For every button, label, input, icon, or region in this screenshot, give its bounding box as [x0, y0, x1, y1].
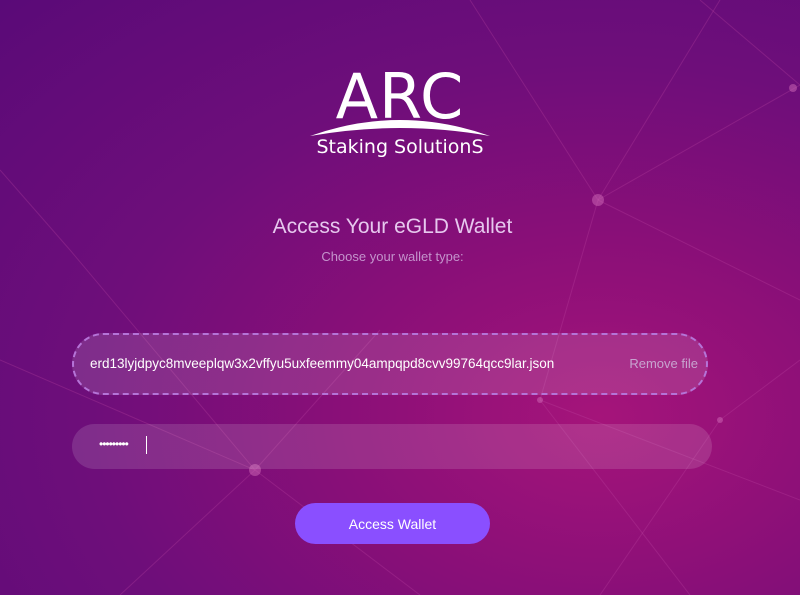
text-caret: [146, 436, 147, 454]
access-wallet-button[interactable]: Access Wallet: [295, 503, 490, 544]
arc-logo: ARC Staking SolutionS: [300, 66, 500, 166]
page-title: Access Your eGLD Wallet: [272, 215, 513, 238]
page-subtitle: Choose your wallet type:: [321, 249, 464, 264]
logo-tagline: Staking SolutionS: [316, 136, 484, 158]
keystore-file-dropzone[interactable]: erd13lyjdpyc8mveeplqw3x2vffyu5uxfeemmy04…: [72, 333, 708, 395]
keystore-file-name: erd13lyjdpyc8mveeplqw3x2vffyu5uxfeemmy04…: [90, 356, 555, 371]
password-masked-value: •••••••••: [99, 437, 129, 451]
password-input[interactable]: [72, 424, 712, 469]
remove-file-link[interactable]: Remove file: [629, 356, 698, 371]
